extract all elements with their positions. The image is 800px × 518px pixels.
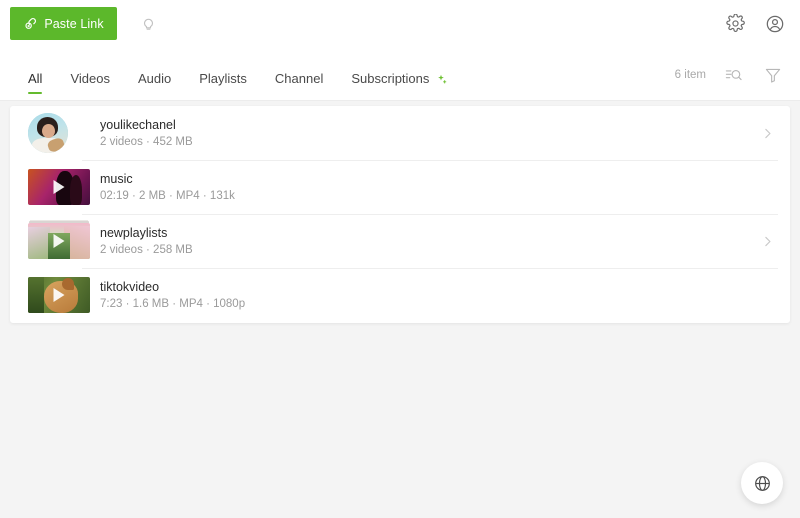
- tab-all[interactable]: All: [14, 71, 56, 100]
- list-search-icon: [724, 66, 743, 84]
- tab-audio-label: Audio: [137, 71, 172, 86]
- tab-bar: All Videos Audio Playlists Channel Subsc…: [0, 47, 800, 101]
- top-bar: Paste Link: [0, 0, 800, 47]
- tab-playlists[interactable]: Playlists: [185, 71, 261, 100]
- lightbulb-icon: [140, 15, 157, 32]
- list-item-subtitle: 2 videos · 258 MB: [100, 244, 193, 256]
- tab-channel[interactable]: Channel: [261, 71, 337, 100]
- playlist-thumbnail: [28, 223, 90, 259]
- filter-button[interactable]: [760, 62, 786, 88]
- globe-icon: [753, 474, 772, 493]
- download-list-card: youlikechanel 2 videos · 452 MB music 02…: [10, 106, 790, 323]
- thumbnail-wrap: [28, 113, 90, 153]
- list-item-meta: music 02:19 · 2 MB · MP4 · 131k: [100, 172, 235, 202]
- list-item[interactable]: youlikechanel 2 videos · 452 MB: [10, 106, 790, 160]
- chevron-right-icon: [761, 127, 774, 140]
- list-item-title: newplaylists: [100, 226, 168, 240]
- green-plus-icon: [435, 73, 447, 85]
- play-icon: [53, 234, 65, 248]
- paste-link-label: Paste Link: [44, 16, 104, 31]
- tab-audio[interactable]: Audio: [124, 71, 185, 100]
- browser-fab-button[interactable]: [741, 462, 783, 504]
- paste-link-button[interactable]: Paste Link: [10, 7, 117, 40]
- video-thumbnail: [28, 169, 90, 205]
- list-item[interactable]: tiktokvideo 7:23 · 1.6 MB · MP4 · 1080p: [10, 268, 790, 322]
- play-icon: [53, 180, 65, 194]
- list-item-meta: youlikechanel 2 videos · 452 MB: [100, 118, 193, 148]
- chevron-right-icon: [761, 235, 774, 248]
- play-icon: [53, 288, 65, 302]
- item-count-label: 6 item: [674, 69, 706, 81]
- tab-channel-label: Channel: [274, 71, 324, 86]
- settings-button[interactable]: [722, 11, 748, 37]
- list-item-meta: tiktokvideo 7:23 · 1.6 MB · MP4 · 1080p: [100, 280, 245, 310]
- list-item[interactable]: music 02:19 · 2 MB · MP4 · 131k: [10, 160, 790, 214]
- expand-row-button[interactable]: [758, 235, 776, 248]
- tab-videos-label: Videos: [70, 71, 110, 86]
- tab-bar-actions: 6 item: [675, 62, 786, 100]
- video-thumbnail: [28, 277, 90, 313]
- link-lock-icon: [23, 16, 38, 31]
- thumbnail-wrap: [28, 277, 90, 313]
- expand-row-button[interactable]: [758, 127, 776, 140]
- app-window: Paste Link All Videos Audio Playlists Ch…: [0, 0, 800, 518]
- tab-all-label: All: [28, 71, 43, 86]
- tab-subscriptions[interactable]: Subscriptions: [337, 71, 461, 100]
- list-item-subtitle: 7:23 · 1.6 MB · MP4 · 1080p: [100, 298, 246, 310]
- tab-videos[interactable]: Videos: [56, 71, 124, 100]
- list-item-subtitle: 02:19 · 2 MB · MP4 · 131k: [100, 190, 235, 202]
- tab-list: All Videos Audio Playlists Channel Subsc…: [0, 47, 461, 100]
- search-button[interactable]: [720, 62, 746, 88]
- tab-playlists-label: Playlists: [199, 71, 247, 86]
- tab-subscriptions-label: Subscriptions: [351, 71, 430, 86]
- list-item-meta: newplaylists 2 videos · 258 MB: [100, 226, 193, 256]
- thumbnail-wrap: [28, 223, 90, 259]
- filter-funnel-icon: [764, 66, 782, 84]
- account-circle-icon: [765, 14, 785, 34]
- list-item-title: music: [100, 172, 133, 186]
- top-bar-actions: [722, 11, 788, 37]
- list-item-subtitle: 2 videos · 452 MB: [100, 136, 193, 148]
- list-item[interactable]: newplaylists 2 videos · 258 MB: [10, 214, 790, 268]
- gear-icon: [725, 14, 745, 33]
- list-item-title: tiktokvideo: [100, 280, 160, 294]
- account-button[interactable]: [762, 11, 788, 37]
- tip-button[interactable]: [131, 7, 165, 41]
- list-item-title: youlikechanel: [100, 118, 176, 132]
- channel-avatar: [28, 113, 68, 153]
- thumbnail-wrap: [28, 169, 90, 205]
